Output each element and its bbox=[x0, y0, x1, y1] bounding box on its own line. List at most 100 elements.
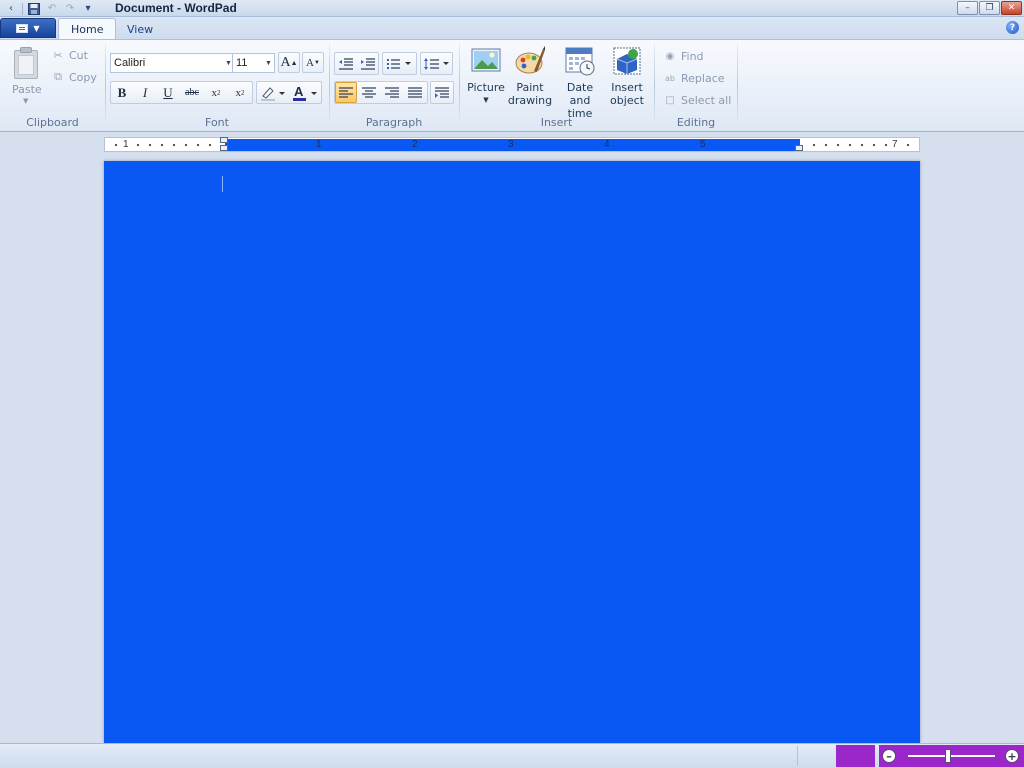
ruler-tick bbox=[907, 144, 909, 146]
font-color-icon[interactable]: A bbox=[289, 82, 321, 103]
cut-button[interactable]: ✂ Cut bbox=[52, 47, 88, 63]
ruler-number: 7 bbox=[892, 139, 898, 150]
subscript-icon[interactable]: x2 bbox=[205, 82, 227, 103]
calendar-clock-icon bbox=[564, 45, 596, 77]
chevron-down-icon: ▼ bbox=[33, 23, 40, 33]
window-menu-icon[interactable]: ‹ bbox=[2, 1, 20, 16]
paste-clip bbox=[20, 47, 32, 53]
paste-button[interactable]: Paste bbox=[12, 83, 42, 96]
shrink-font-icon[interactable]: A ▼ bbox=[302, 52, 324, 73]
left-indent-marker[interactable] bbox=[220, 145, 228, 151]
undo-icon[interactable]: ↶ bbox=[43, 1, 61, 16]
ruler-number: 1 bbox=[123, 139, 129, 150]
align-right-icon[interactable] bbox=[381, 82, 403, 103]
object-label-1: Insert bbox=[611, 81, 643, 94]
zoom-control: – + bbox=[879, 745, 1024, 767]
replace-button[interactable]: ab Replace bbox=[663, 70, 725, 86]
copy-icon: ⧉ bbox=[54, 70, 62, 83]
minimize-icon[interactable]: – bbox=[957, 1, 978, 15]
ruler[interactable]: 1 1 2 3 4 5 7 bbox=[104, 137, 920, 152]
paint-palette-icon bbox=[514, 45, 546, 77]
superscript-icon[interactable]: x2 bbox=[229, 82, 251, 103]
title-bar: ‹ ↶ ↷ ▾ Document - WordPad – ❐ ✕ bbox=[0, 0, 1024, 17]
font-group: Calibri ▼ 11 ▼ A ▲ A ▼ B I U abc x2 x2 A F… bbox=[106, 40, 328, 132]
ruler-tick bbox=[161, 144, 163, 146]
paste-dropdown-icon[interactable]: ▼ bbox=[23, 97, 28, 105]
picture-dropdown-icon: ▼ bbox=[483, 96, 489, 104]
window-controls: – ❐ ✕ bbox=[957, 1, 1022, 15]
find-label: Find bbox=[681, 49, 704, 63]
paint-drawing-button[interactable]: Paint drawing bbox=[508, 45, 552, 107]
ruler-number: 2 bbox=[412, 139, 418, 150]
ruler-tick bbox=[813, 144, 815, 146]
help-icon[interactable]: ? bbox=[1006, 21, 1019, 34]
datetime-label-1: Date and bbox=[566, 81, 594, 107]
close-icon[interactable]: ✕ bbox=[1001, 1, 1022, 15]
ruler-tick bbox=[115, 144, 117, 146]
redo-icon[interactable]: ↷ bbox=[61, 1, 79, 16]
customize-qat-icon[interactable]: ▾ bbox=[79, 1, 97, 16]
justify-icon[interactable] bbox=[404, 82, 426, 103]
group-label-clipboard: Clipboard bbox=[26, 116, 79, 129]
tab-view[interactable]: View bbox=[115, 18, 165, 40]
bullet-list-icon[interactable] bbox=[383, 53, 416, 74]
date-time-button[interactable]: Date and time bbox=[555, 45, 605, 120]
group-label-editing: Editing bbox=[676, 116, 716, 129]
zoom-in-icon[interactable]: + bbox=[1005, 749, 1019, 763]
paste-paper bbox=[18, 55, 34, 75]
replace-icon: ab bbox=[665, 73, 675, 83]
object-label-2: object bbox=[610, 94, 644, 107]
insert-object-button[interactable]: Insert object bbox=[608, 45, 646, 107]
align-center-icon[interactable] bbox=[358, 82, 380, 103]
line-spacing-icon[interactable] bbox=[421, 53, 452, 74]
copy-label: Copy bbox=[69, 70, 97, 84]
zoom-slider-track[interactable] bbox=[908, 755, 995, 757]
grow-font-icon[interactable]: A ▲ bbox=[278, 52, 300, 73]
window-title: Document - WordPad bbox=[115, 1, 237, 15]
divider bbox=[22, 2, 23, 15]
zoom-slider-thumb[interactable] bbox=[945, 749, 951, 763]
first-line-indent-marker[interactable] bbox=[220, 137, 228, 143]
ruler-tick bbox=[197, 144, 199, 146]
highlight-color-icon[interactable] bbox=[257, 82, 289, 103]
font-size-select[interactable]: 11 ▼ bbox=[232, 53, 275, 73]
chevron-down-icon: ▼ bbox=[265, 59, 272, 67]
tab-home[interactable]: Home bbox=[58, 18, 117, 40]
picture-icon bbox=[470, 45, 502, 77]
insert-group: Picture ▼ Paint drawing Date and time In… bbox=[460, 40, 653, 132]
ruler-tick bbox=[149, 144, 151, 146]
paint-label-1: Paint bbox=[516, 81, 544, 94]
ruler-tick bbox=[885, 144, 887, 146]
quick-access-toolbar: ‹ ↶ ↷ ▾ bbox=[2, 1, 97, 16]
picture-button[interactable]: Picture ▼ bbox=[467, 45, 505, 107]
document-page[interactable] bbox=[104, 161, 920, 743]
find-button[interactable]: ◉ Find bbox=[663, 48, 704, 64]
ruler-tick bbox=[849, 144, 851, 146]
document-icon bbox=[16, 23, 29, 33]
bold-icon[interactable]: B bbox=[111, 82, 133, 103]
save-icon[interactable] bbox=[25, 1, 43, 16]
strikethrough-icon[interactable]: abc bbox=[181, 82, 203, 103]
group-label-font: Font bbox=[205, 116, 229, 129]
italic-icon[interactable]: I bbox=[134, 82, 156, 103]
application-menu-button[interactable]: ▼ bbox=[0, 18, 56, 38]
select-all-button[interactable]: □ Select all bbox=[663, 92, 731, 108]
paragraph-dialog-icon[interactable] bbox=[431, 82, 453, 103]
paste-icon[interactable] bbox=[12, 47, 40, 79]
ruler-tick bbox=[137, 144, 139, 146]
font-family-select[interactable]: Calibri ▼ bbox=[110, 53, 235, 73]
ruler-tick bbox=[209, 144, 211, 146]
increase-indent-icon[interactable] bbox=[357, 53, 379, 74]
ruler-tick bbox=[173, 144, 175, 146]
underline-icon[interactable]: U bbox=[157, 82, 179, 103]
restore-icon[interactable]: ❐ bbox=[979, 1, 1000, 15]
zoom-level[interactable] bbox=[836, 745, 875, 767]
decrease-indent-icon[interactable] bbox=[335, 53, 357, 74]
right-indent-marker[interactable] bbox=[795, 145, 803, 151]
ruler-number: 3 bbox=[508, 139, 514, 150]
zoom-out-icon[interactable]: – bbox=[882, 749, 896, 763]
cut-label: Cut bbox=[69, 48, 88, 62]
insert-object-icon bbox=[611, 45, 643, 77]
align-left-icon[interactable] bbox=[335, 82, 357, 103]
copy-button[interactable]: ⧉ Copy bbox=[52, 69, 97, 85]
